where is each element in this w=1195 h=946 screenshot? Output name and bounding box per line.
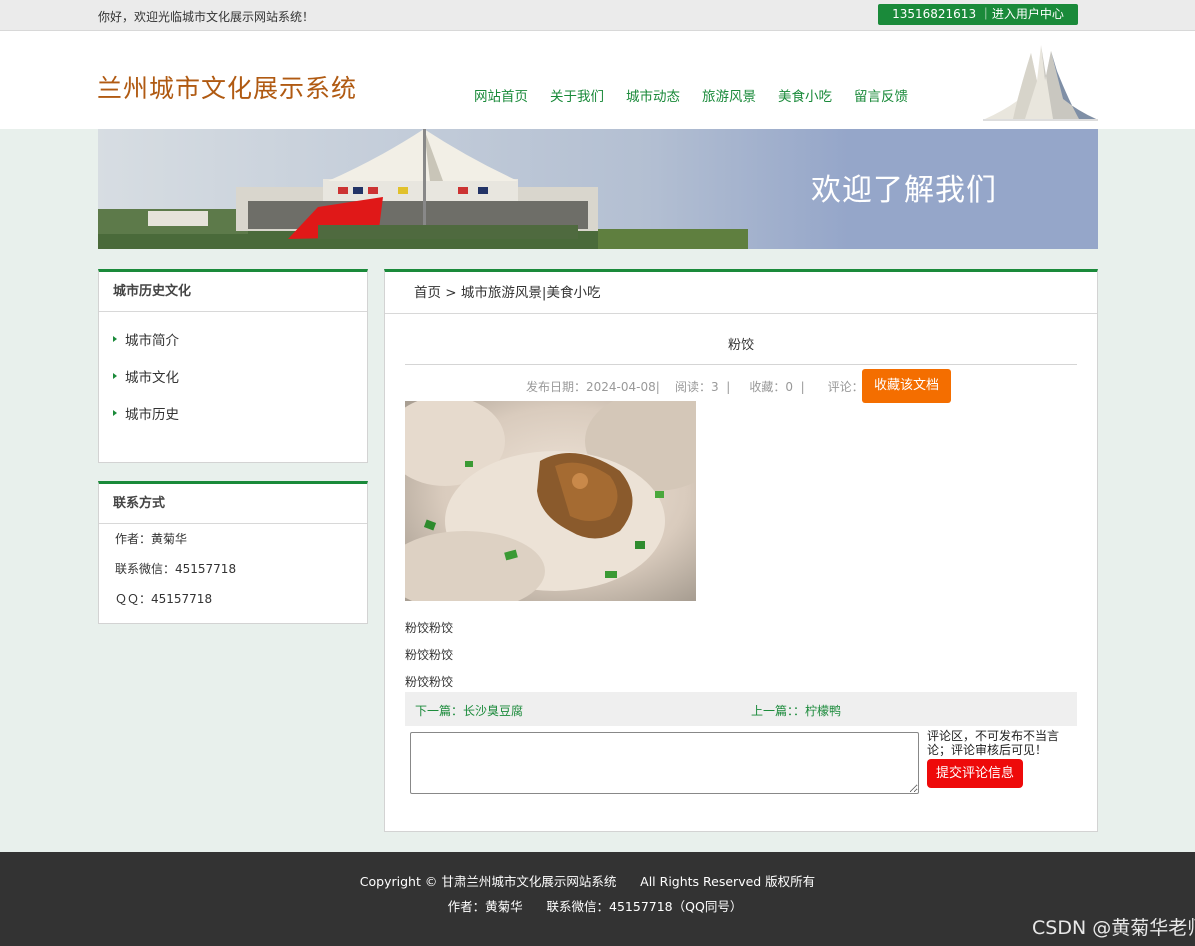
nav-about[interactable]: 关于我们 [550,85,604,105]
bullet-arrow-icon [113,373,117,379]
contact-author: 作者：黄菊华 [115,532,188,546]
site-title[interactable]: 兰州城市文化展示系统 [97,69,357,105]
main-nav: 网站首页 关于我们 城市动态 旅游风景 美食小吃 留言反馈 [474,85,930,105]
article-paragraph: 粉饺粉饺 [405,648,454,662]
building-logo-image [983,45,1098,121]
sidebar-item-label: 城市简介 [125,333,179,349]
article-meta-text: 发布日期：2024-04-08| 阅读：3 | 收藏：0 | 评论：0 [526,380,872,394]
bullet-arrow-icon [113,410,117,416]
article-paragraph: 粉饺粉饺 [405,675,454,689]
article-paragraph: 粉饺粉饺 [405,621,454,635]
header: 兰州城市文化展示系统 网站首页 关于我们 城市动态 旅游风景 美食小吃 留言反馈 [0,31,1195,129]
article-panel: 首页 > 城市旅游风景|美食小吃 粉饺 发布日期：2024-04-08| 阅读：… [384,269,1098,832]
top-bar: 你好，欢迎光临城市文化展示网站系统！ 13516821613 ｜进入用户中心 [0,0,1195,31]
prev-next-bar: 下一篇：长沙臭豆腐 上一篇：：柠檬鸭 [405,692,1077,726]
footer-author: 作者：黄菊华 联系微信：45157718（QQ同号） [447,899,743,914]
user-center-button[interactable]: 13516821613 ｜进入用户中心 [878,4,1078,25]
sidebar-item-intro[interactable]: 城市简介 [113,323,367,360]
sidebar-history-title: 城市历史文化 [99,272,367,312]
contact-wechat: 联系微信：45157718 [115,562,237,576]
sidebar-contact-box: 联系方式 作者：黄菊华 联系微信：45157718 ＱＱ：45157718 [98,481,368,624]
nav-home[interactable]: 网站首页 [474,85,528,105]
welcome-text: 你好，欢迎光临城市文化展示网站系统！ [98,10,315,24]
bullet-arrow-icon [113,336,117,342]
sidebar-item-label: 城市文化 [125,370,179,386]
prev-article-link[interactable]: 上一篇：：柠檬鸭 [751,702,841,719]
sidebar-item-culture[interactable]: 城市文化 [113,360,367,397]
banner-text: 欢迎了解我们 [811,173,997,208]
favorite-button[interactable]: 收藏该文档 [862,369,951,403]
watermark: CSDN @黄菊华老师 [1032,917,1195,939]
sidebar-item-history[interactable]: 城市历史 [113,397,367,434]
sidebar-history-box: 城市历史文化 城市简介 城市文化 城市历史 [98,269,368,463]
submit-comment-button[interactable]: 提交评论信息 [927,759,1023,788]
comment-textarea[interactable] [410,732,919,794]
comment-note: 评论区，不可发布不当言论；评论审核后可见！ [927,729,1060,757]
footer-copyright: Copyright © 甘肃兰州城市文化展示网站系统 All Rights Re… [359,874,816,889]
nav-news[interactable]: 城市动态 [626,85,680,105]
nav-travel[interactable]: 旅游风景 [702,85,756,105]
sidebar-contact-title: 联系方式 [99,484,367,524]
article-title: 粉饺 [405,334,1077,365]
sidebar-item-label: 城市历史 [125,407,179,423]
next-article-link[interactable]: 下一篇：长沙臭豆腐 [415,702,523,719]
contact-qq: ＱＱ：45157718 [115,592,213,606]
breadcrumb: 首页 > 城市旅游风景|美食小吃 [385,272,1097,314]
nav-feedback[interactable]: 留言反馈 [854,85,908,105]
dumpling-photo [405,401,696,601]
footer: Copyright © 甘肃兰州城市文化展示网站系统 All Rights Re… [0,852,1195,946]
banner: 欢迎了解我们 [98,129,1098,249]
nav-food[interactable]: 美食小吃 [778,85,832,105]
